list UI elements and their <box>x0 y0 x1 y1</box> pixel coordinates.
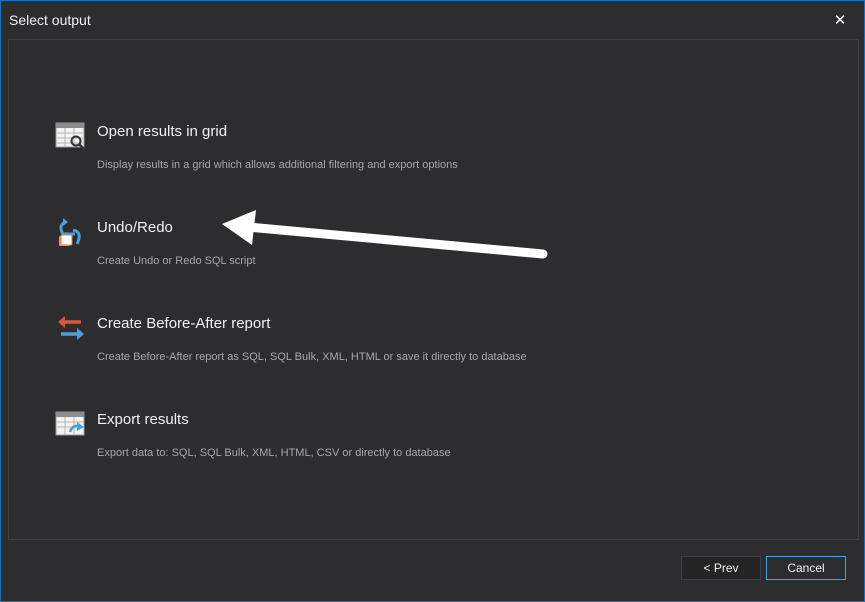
option-label: Undo/Redo <box>97 219 173 236</box>
select-output-dialog: Select output ✕ Open results in grid Dis… <box>0 0 865 602</box>
option-description: Create Undo or Redo SQL script <box>97 255 256 267</box>
option-label: Export results <box>97 411 189 428</box>
dialog-title: Select output <box>9 12 91 28</box>
option-description: Export data to: SQL, SQL Bulk, XML, HTML… <box>97 447 451 459</box>
option-label: Open results in grid <box>97 123 228 140</box>
option-description: Create Before-After report as SQL, SQL B… <box>97 351 527 363</box>
option-description: Display results in a grid which allows a… <box>97 159 458 171</box>
option-undo-redo[interactable]: Undo/Redo Create Undo or Redo SQL script <box>49 216 749 286</box>
options-panel: Open results in grid Display results in … <box>8 39 859 540</box>
option-create-before-after-report[interactable]: Create Before-After report Create Before… <box>49 312 749 382</box>
cancel-button[interactable]: Cancel <box>766 556 846 580</box>
undo-redo-icon <box>55 216 87 248</box>
option-open-results-in-grid[interactable]: Open results in grid Display results in … <box>49 120 749 190</box>
prev-button[interactable]: < Prev <box>681 556 761 580</box>
export-grid-icon <box>55 408 87 440</box>
title-bar: Select output ✕ <box>1 1 864 39</box>
before-after-arrows-icon <box>55 312 87 344</box>
option-label: Create Before-After report <box>97 315 271 332</box>
option-export-results[interactable]: Export results Export data to: SQL, SQL … <box>49 408 749 478</box>
grid-search-icon <box>55 120 87 152</box>
close-icon[interactable]: ✕ <box>827 7 853 33</box>
